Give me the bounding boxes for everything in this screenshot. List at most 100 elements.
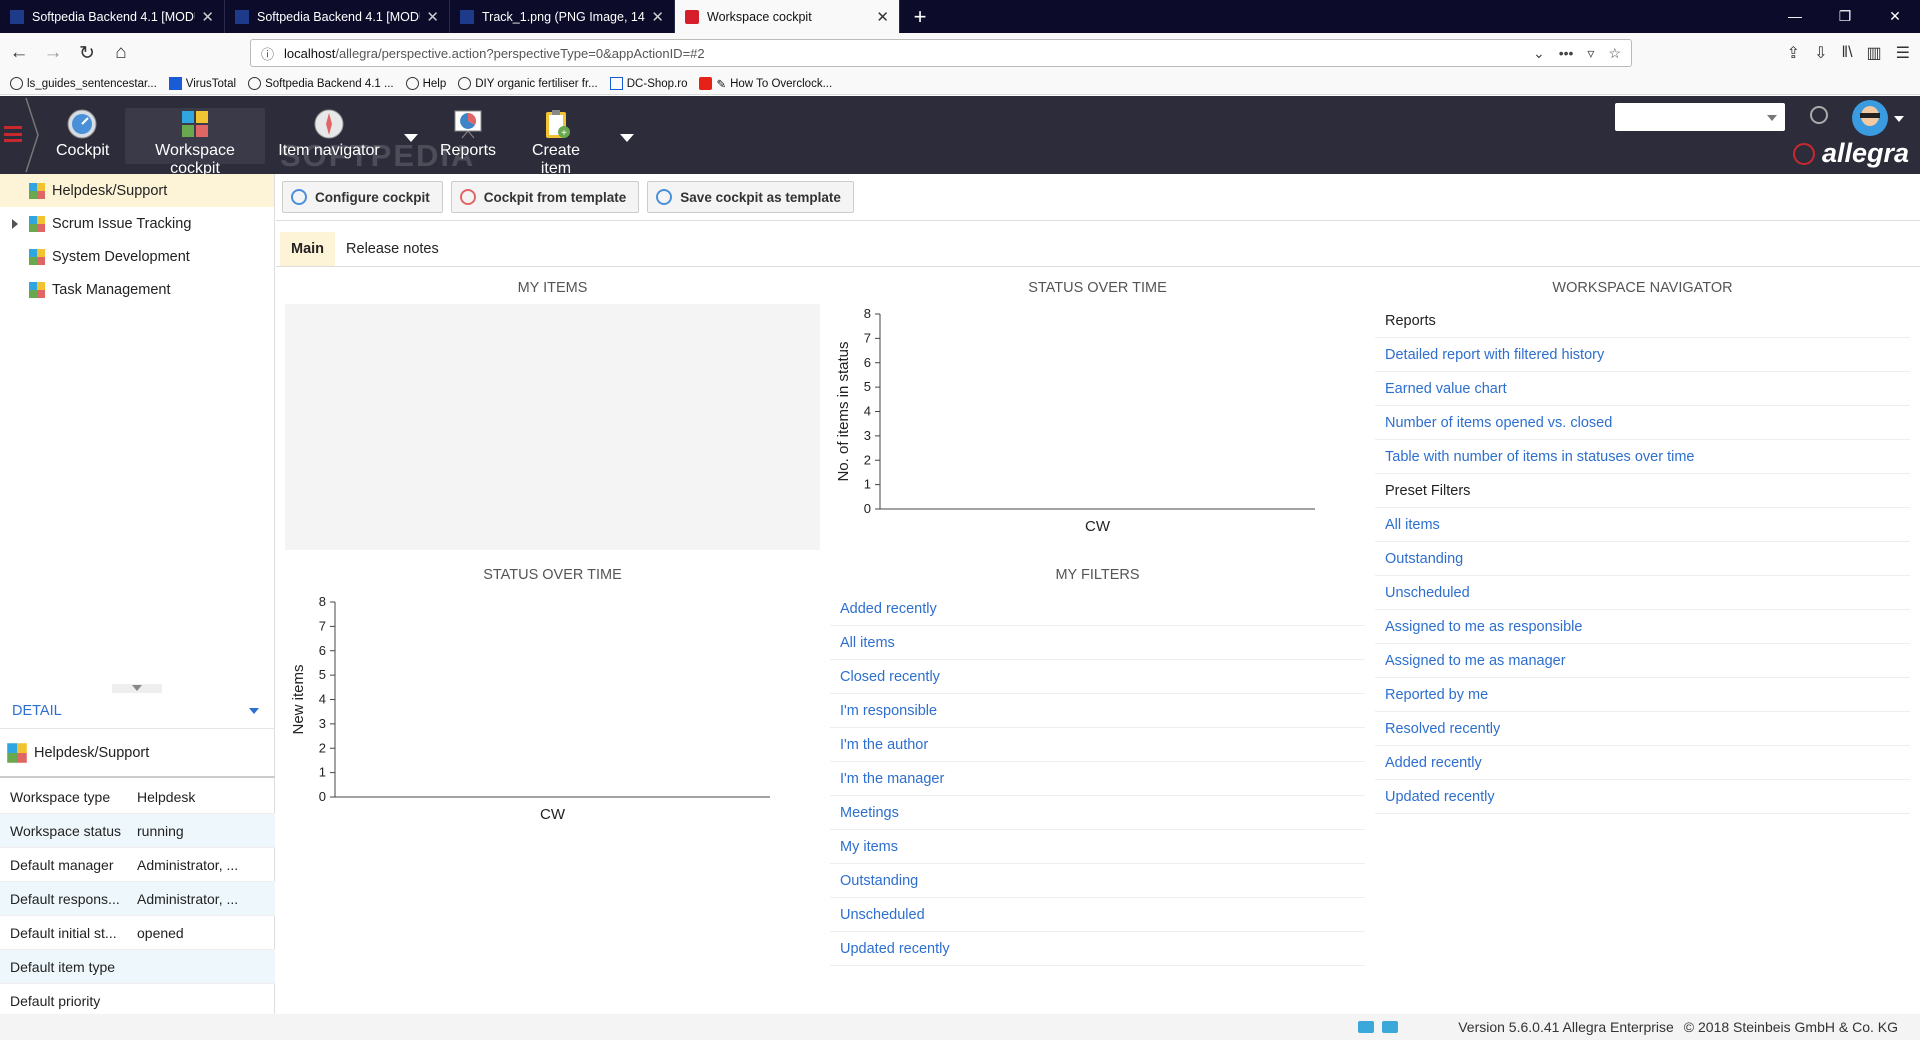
y-axis-label: No. of items in status (835, 341, 852, 481)
preset-filter-link[interactable]: Updated recently (1375, 780, 1910, 814)
clipboard-add-icon: + (546, 110, 570, 139)
browser-tab-title: Workspace cockpit (707, 9, 812, 24)
filter-link[interactable]: I'm the author (830, 728, 1365, 762)
home-icon[interactable]: ⌂ (106, 42, 136, 64)
allegra-favicon-icon (685, 9, 699, 24)
filter-link[interactable]: I'm the manager (830, 762, 1365, 796)
avatar-caret-icon[interactable] (1894, 116, 1904, 122)
star-icon[interactable]: ☆ (1608, 45, 1621, 62)
browser-tab[interactable]: Softpedia Backend 4.1 [MODULE ✕ (0, 0, 225, 33)
preset-filter-link[interactable]: Unscheduled (1375, 576, 1910, 610)
filter-link[interactable]: Unscheduled (830, 898, 1365, 932)
gauge-icon (291, 189, 307, 205)
close-icon[interactable]: ✕ (426, 8, 439, 26)
hamburger-menu-icon[interactable] (4, 126, 22, 142)
preset-filter-link[interactable]: Outstanding (1375, 542, 1910, 576)
tree-item-system-development[interactable]: System Development (0, 240, 274, 273)
close-icon[interactable]: ✕ (201, 8, 214, 26)
workspace-puzzle-icon (29, 215, 45, 232)
configure-cockpit-button[interactable]: Configure cockpit (282, 181, 443, 213)
download-icon[interactable]: ⇩ (1814, 43, 1827, 63)
create-item-dropdown-icon[interactable] (620, 134, 634, 142)
reports-header: Reports (1375, 304, 1910, 338)
workspace-puzzle-icon (29, 182, 45, 199)
library-icon[interactable]: ‖\ (1841, 44, 1852, 62)
filter-link[interactable]: Closed recently (830, 660, 1365, 694)
browser-tab-active[interactable]: Workspace cockpit ✕ (675, 0, 900, 33)
project-select[interactable] (1615, 103, 1785, 131)
nav-reports[interactable]: Reports (440, 108, 496, 164)
forward-icon[interactable]: → (38, 42, 68, 64)
preset-filter-link[interactable]: Assigned to me as responsible (1375, 610, 1910, 644)
more-icon[interactable]: ••• (1559, 45, 1574, 62)
expand-arrow-icon[interactable] (12, 219, 18, 229)
tree-item-task-management[interactable]: Task Management (0, 273, 274, 306)
tree-item-scrum-issue-tracking[interactable]: Scrum Issue Tracking (0, 207, 274, 240)
avatar[interactable] (1852, 100, 1888, 136)
bookmark[interactable]: Help (405, 77, 446, 90)
close-icon[interactable]: ✕ (651, 8, 664, 26)
workspace-puzzle-icon (7, 743, 27, 763)
nav-cockpit[interactable]: Cockpit (56, 108, 109, 164)
minimize-icon[interactable]: — (1770, 0, 1820, 33)
filter-link[interactable]: All items (830, 626, 1365, 660)
browser-tab[interactable]: Softpedia Backend 4.1 [MODULE ✕ (225, 0, 450, 33)
save-cockpit-template-button[interactable]: Save cockpit as template (647, 181, 854, 213)
bookmark[interactable]: DC-Shop.ro (609, 77, 687, 90)
filter-link[interactable]: I'm responsible (830, 694, 1365, 728)
y-tick-label: 1 (864, 477, 871, 492)
tab-release-notes[interactable]: Release notes (335, 232, 450, 266)
cockpit-from-template-button[interactable]: Cockpit from template (450, 181, 640, 213)
bookmark[interactable]: DIY organic fertiliser fr... (458, 77, 598, 90)
report-link[interactable]: Table with number of items in statuses o… (1375, 440, 1910, 474)
tab-main[interactable]: Main (280, 232, 336, 266)
info-icon[interactable]: ⓘ (261, 44, 274, 63)
bookmark[interactable]: ✎ How To Overclock... (699, 77, 832, 91)
filter-link[interactable]: Added recently (830, 592, 1365, 626)
report-link[interactable]: Number of items opened vs. closed (1375, 406, 1910, 440)
sidebar-icon[interactable]: ▥ (1867, 43, 1882, 63)
y-tick-label: 7 (319, 618, 326, 633)
filter-link[interactable]: My items (830, 830, 1365, 864)
y-tick-label: 8 (864, 306, 871, 321)
globe-icon[interactable] (1810, 106, 1828, 124)
browser-tab[interactable]: Track_1.png (PNG Image, 1434 ✕ (450, 0, 675, 33)
preset-filter-link[interactable]: Added recently (1375, 746, 1910, 780)
preset-filter-link[interactable]: Assigned to me as manager (1375, 644, 1910, 678)
filter-link[interactable]: Updated recently (830, 932, 1365, 966)
close-window-icon[interactable]: ✕ (1870, 0, 1920, 33)
preset-filter-link[interactable]: Resolved recently (1375, 712, 1910, 746)
preset-filter-link[interactable]: All items (1375, 508, 1910, 542)
filter-link[interactable]: Outstanding (830, 864, 1365, 898)
splitter-handle[interactable] (112, 684, 162, 693)
new-tab-button[interactable]: + (900, 0, 940, 33)
upload-icon[interactable]: ⇪ (1787, 43, 1800, 63)
collapse-icon[interactable] (249, 708, 259, 714)
chart-svg: 0 1 2 3 4 5 6 7 8 CW No. of items in status (835, 306, 1315, 535)
menu-icon[interactable]: ☰ (1896, 43, 1910, 63)
back-icon[interactable]: ← (4, 42, 34, 64)
report-link[interactable]: Detailed report with filtered history (1375, 338, 1910, 372)
keyboard-icon[interactable] (1382, 1021, 1399, 1033)
tree-item-helpdesk-support[interactable]: Helpdesk/Support (0, 174, 274, 207)
nav-workspace-cockpit[interactable]: Workspace cockpit (125, 108, 265, 177)
address-bar[interactable]: ⓘ localhost/allegra/perspective.action?p… (250, 39, 1632, 67)
cockpit-toolbar: Configure cockpit Cockpit from template … (282, 181, 854, 213)
report-link[interactable]: Earned value chart (1375, 372, 1910, 406)
restore-icon[interactable]: ❐ (1820, 0, 1870, 33)
clapperboard-icon[interactable] (1358, 1021, 1375, 1033)
detail-header[interactable]: DETAIL (0, 694, 275, 729)
workspace-navigator-title: WORKSPACE NAVIGATOR (1552, 280, 1733, 296)
bookmark[interactable]: Softpedia Backend 4.1 ... (248, 77, 394, 90)
preset-filter-link[interactable]: Reported by me (1375, 678, 1910, 712)
chevron-down-icon[interactable]: ⌄ (1533, 45, 1545, 62)
close-icon[interactable]: ✕ (876, 8, 889, 26)
pocket-icon[interactable]: ▿ (1587, 45, 1594, 62)
bookmark[interactable]: ls_guides_sentencestar... (10, 77, 157, 90)
reload-icon[interactable]: ↻ (72, 42, 102, 65)
chevron-right-icon[interactable] (24, 96, 40, 174)
bookmark[interactable]: VirusTotal (168, 77, 236, 90)
filter-link[interactable]: Meetings (830, 796, 1365, 830)
nav-create-item[interactable]: + Create item (515, 108, 597, 177)
my-items-title: MY ITEMS (517, 280, 588, 296)
